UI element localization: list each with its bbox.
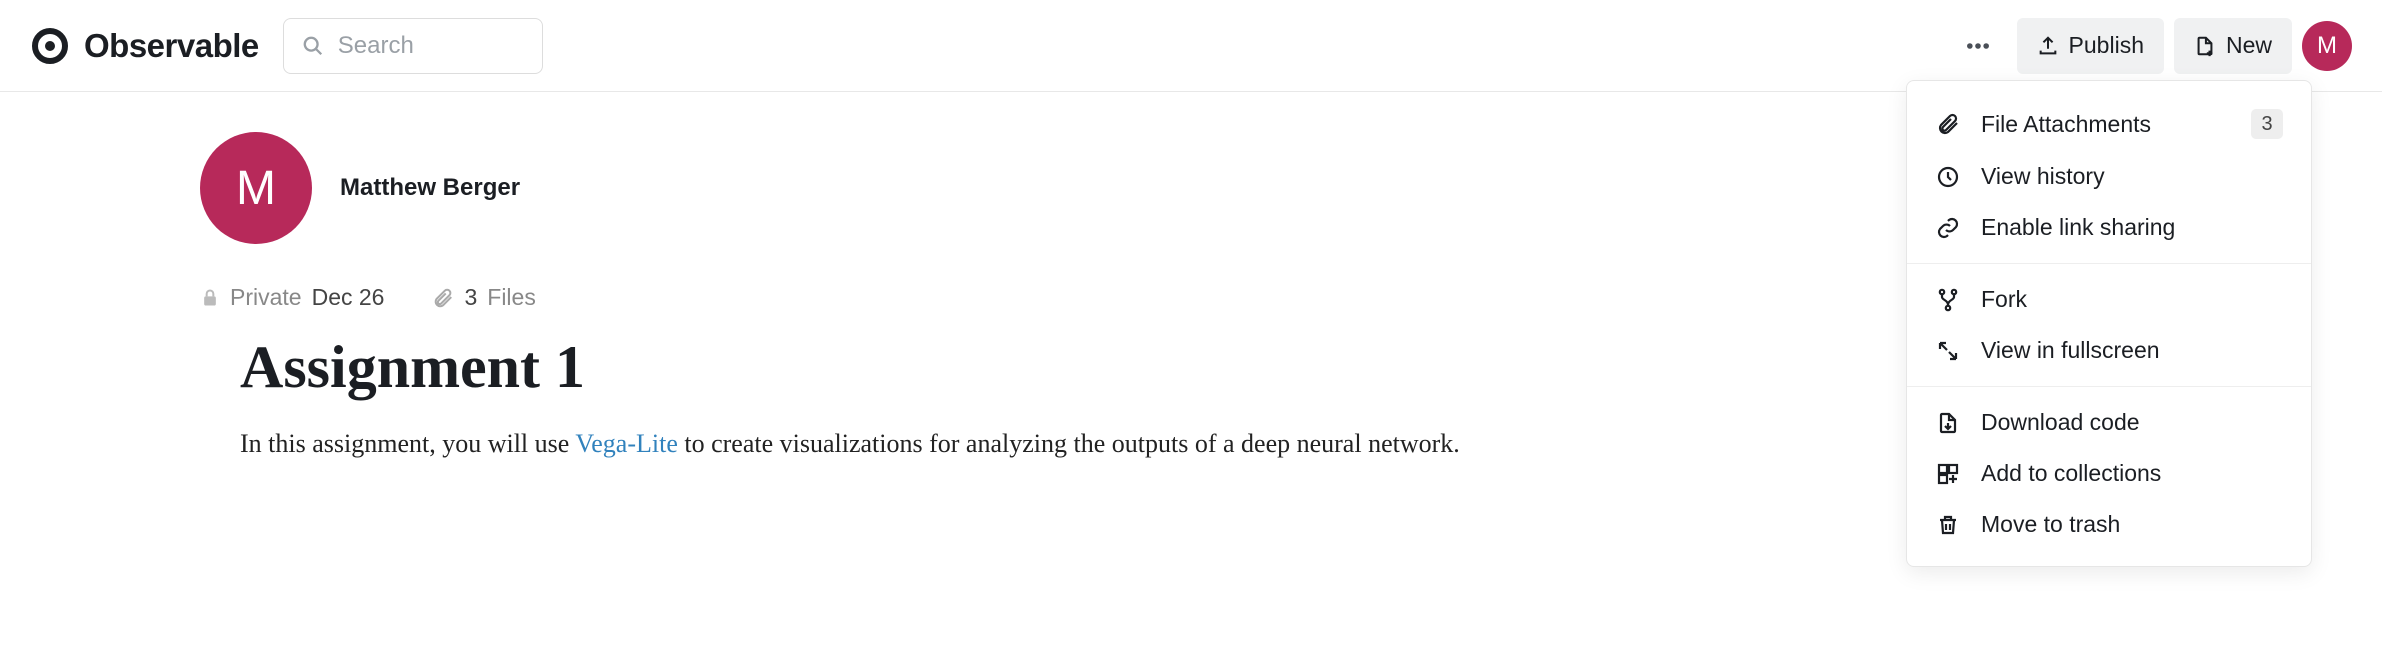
author-avatar-initial: M xyxy=(236,161,276,216)
new-file-icon xyxy=(2194,35,2216,57)
menu-label: View in fullscreen xyxy=(1981,337,2160,364)
new-button[interactable]: New xyxy=(2174,18,2292,74)
brand-logo[interactable]: Observable xyxy=(30,26,259,66)
search-box[interactable] xyxy=(283,18,543,74)
fullscreen-icon xyxy=(1935,338,1961,364)
files-count: 3 xyxy=(464,284,477,311)
upload-icon xyxy=(2037,35,2059,57)
fork-icon xyxy=(1935,287,1961,313)
menu-enable-link-sharing[interactable]: Enable link sharing xyxy=(1907,202,2311,253)
menu-label: Move to trash xyxy=(1981,511,2120,538)
collections-icon xyxy=(1935,461,1961,487)
menu-download-code[interactable]: Download code xyxy=(1907,397,2311,448)
history-icon xyxy=(1935,164,1961,190)
privacy-label: Private xyxy=(230,284,302,311)
menu-label: View history xyxy=(1981,163,2105,190)
menu-label: Add to collections xyxy=(1981,460,2161,487)
paperclip-icon xyxy=(1935,111,1961,137)
meta-row: Private Dec 26 3 Files xyxy=(200,284,1600,311)
vega-lite-link[interactable]: Vega-Lite xyxy=(575,429,678,458)
body-pre: In this assignment, you will use xyxy=(240,429,575,458)
date-label: Dec 26 xyxy=(312,284,385,311)
lock-icon xyxy=(200,288,220,308)
menu-view-fullscreen[interactable]: View in fullscreen xyxy=(1907,325,2311,376)
menu-label: Fork xyxy=(1981,286,2027,313)
search-icon xyxy=(302,35,324,57)
menu-view-history[interactable]: View history xyxy=(1907,151,2311,202)
attachments-count-badge: 3 xyxy=(2251,109,2283,139)
page-content: M Matthew Berger Private Dec 26 3 Files xyxy=(0,92,1600,464)
author-name[interactable]: Matthew Berger xyxy=(340,174,520,202)
author-avatar[interactable]: M xyxy=(200,132,312,244)
author-row: M Matthew Berger xyxy=(200,132,1600,244)
trash-icon xyxy=(1935,512,1961,538)
menu-label: Enable link sharing xyxy=(1981,214,2175,241)
more-dropdown: File Attachments 3 View history Enable l… xyxy=(1906,80,2312,567)
search-input[interactable] xyxy=(338,32,524,60)
avatar-initial: M xyxy=(2317,32,2337,60)
new-label: New xyxy=(2226,32,2272,59)
document-body: In this assignment, you will use Vega-Li… xyxy=(240,424,1480,464)
publish-label: Publish xyxy=(2069,32,2144,59)
more-menu-button[interactable] xyxy=(1949,18,2007,74)
menu-fork[interactable]: Fork xyxy=(1907,274,2311,325)
user-avatar[interactable]: M xyxy=(2302,21,2352,71)
body-post: to create visualizations for analyzing t… xyxy=(678,429,1460,458)
link-icon xyxy=(1935,215,1961,241)
files-indicator[interactable]: 3 Files xyxy=(432,284,535,311)
observable-logo-icon xyxy=(30,26,70,66)
menu-label: Download code xyxy=(1981,409,2140,436)
privacy-indicator: Private Dec 26 xyxy=(200,284,384,311)
header-actions: Publish New M xyxy=(1949,18,2352,74)
ellipsis-icon xyxy=(1964,32,1992,60)
paperclip-icon xyxy=(432,287,454,309)
menu-label: File Attachments xyxy=(1981,111,2151,138)
header: Observable Publish xyxy=(0,0,2382,92)
menu-file-attachments[interactable]: File Attachments 3 xyxy=(1907,97,2311,151)
page-title: Assignment 1 xyxy=(240,333,1600,402)
files-label: Files xyxy=(487,284,536,311)
menu-add-to-collections[interactable]: Add to collections xyxy=(1907,448,2311,499)
publish-button[interactable]: Publish xyxy=(2017,18,2164,74)
download-file-icon xyxy=(1935,410,1961,436)
menu-move-to-trash[interactable]: Move to trash xyxy=(1907,499,2311,550)
brand-name: Observable xyxy=(84,27,259,65)
